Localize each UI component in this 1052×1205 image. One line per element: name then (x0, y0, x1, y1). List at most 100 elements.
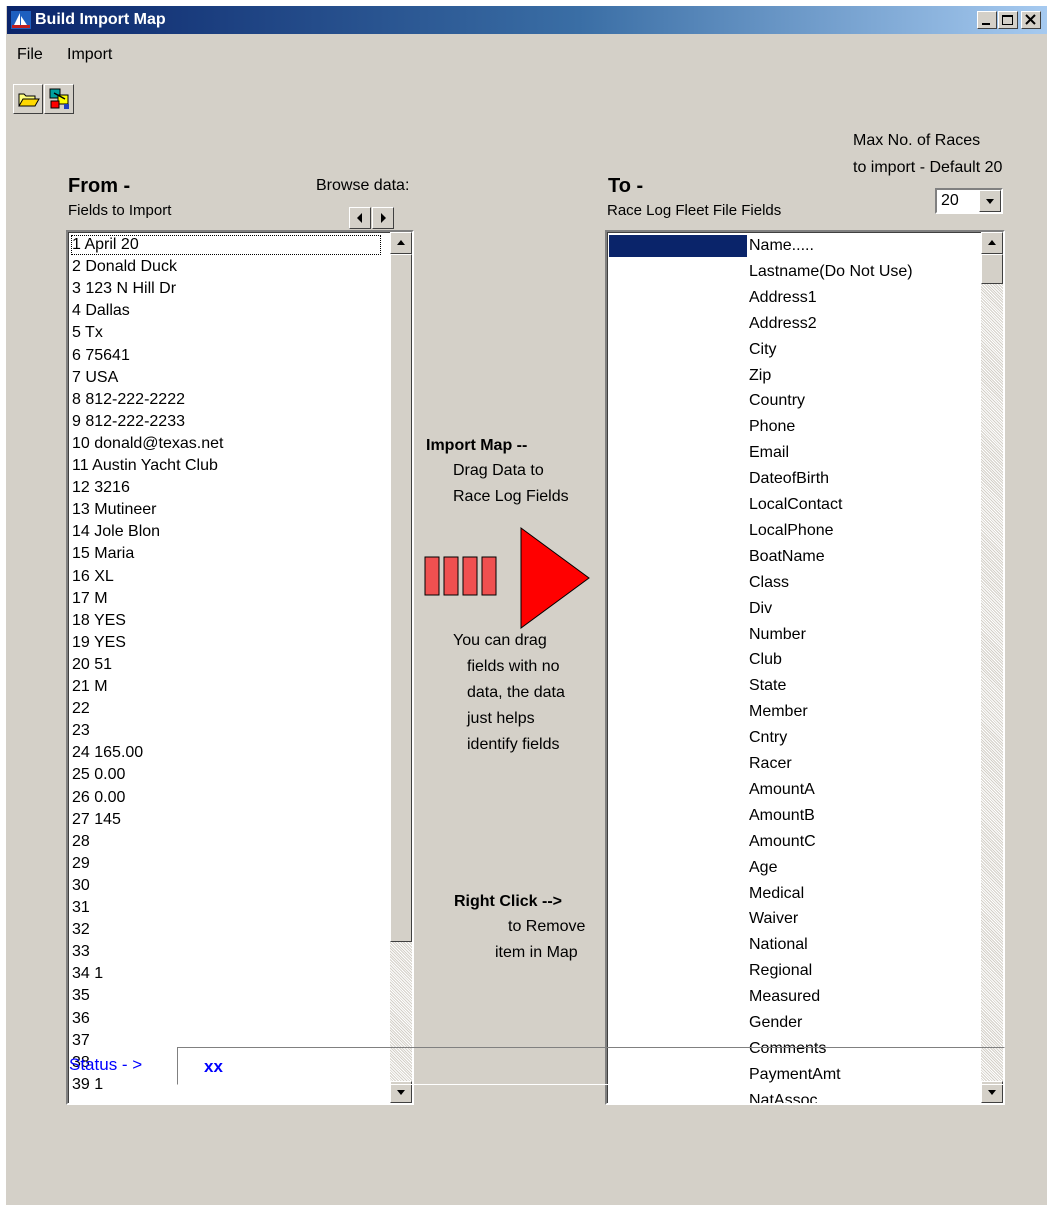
to-list-item[interactable]: Racer (749, 755, 792, 773)
to-list-item[interactable]: Waiver (749, 910, 798, 928)
from-list-item[interactable]: 30 (72, 877, 90, 895)
to-list-item[interactable]: Gender (749, 1014, 802, 1032)
to-list-item[interactable]: Address1 (749, 289, 817, 307)
from-list-item[interactable]: 21 M (72, 678, 108, 696)
to-list-item[interactable]: Measured (749, 988, 820, 1006)
right-click-line-1: to Remove (508, 918, 586, 935)
from-list-item[interactable]: 34 1 (72, 965, 103, 983)
to-list-item[interactable]: Class (749, 574, 789, 592)
title-bar[interactable]: Build Import Map (7, 6, 1047, 34)
menu-file[interactable]: File (17, 46, 43, 64)
from-list-item[interactable]: 37 (72, 1032, 90, 1050)
to-list-item[interactable]: State (749, 677, 786, 695)
to-list-item[interactable]: National (749, 936, 808, 954)
to-list-item[interactable]: AmountA (749, 781, 815, 799)
from-list-item[interactable]: 26 0.00 (72, 789, 125, 807)
from-list-item[interactable]: 3 123 N Hill Dr (72, 280, 176, 298)
from-list-item[interactable]: 28 (72, 833, 90, 851)
minimize-button[interactable] (977, 11, 997, 29)
from-list-item[interactable]: 12 3216 (72, 479, 130, 497)
max-races-dropdown-button[interactable] (979, 190, 1001, 212)
from-list-item[interactable]: 35 (72, 987, 90, 1005)
to-list-item[interactable]: City (749, 341, 777, 359)
to-list-item[interactable]: NatAssoc (749, 1092, 817, 1103)
open-file-button[interactable] (13, 84, 43, 114)
from-list-item[interactable]: 27 145 (72, 811, 121, 829)
from-list-item[interactable]: 36 (72, 1010, 90, 1028)
from-list-item[interactable]: 1 April 20 (71, 235, 381, 255)
browse-next-button[interactable] (372, 207, 394, 229)
maximize-button[interactable] (998, 11, 1018, 29)
arrow-left-icon (357, 213, 362, 223)
menu-import[interactable]: Import (67, 46, 112, 64)
to-list-item[interactable]: AmountB (749, 807, 815, 825)
from-list-item[interactable]: 39 1 (72, 1076, 103, 1094)
browse-data-label: Browse data: (316, 177, 410, 194)
to-scroll-thumb[interactable] (981, 254, 1003, 284)
from-list-item[interactable]: 6 75641 (72, 347, 130, 365)
selected-map-slot[interactable] (609, 235, 747, 257)
from-fields-list[interactable]: 1 April 20 2 Donald Duck 3 123 N Hill Dr 4 … (66, 230, 414, 1105)
to-scroll-up-button[interactable] (981, 232, 1003, 254)
to-list-item[interactable]: Div (749, 600, 772, 618)
to-list-item[interactable]: Regional (749, 962, 812, 980)
from-list-item[interactable]: 15 Maria (72, 545, 134, 563)
from-list-item[interactable]: 29 (72, 855, 90, 873)
to-list-item[interactable]: AmountC (749, 833, 816, 851)
from-list-item[interactable]: 16 XL (72, 568, 114, 586)
to-list-item[interactable]: DateofBirth (749, 470, 829, 488)
from-list-item[interactable]: 25 0.00 (72, 766, 125, 784)
app-sailboat-icon (11, 11, 31, 29)
from-scroll-up-button[interactable] (390, 232, 412, 254)
to-list-item[interactable]: Email (749, 444, 789, 462)
from-list-item[interactable]: 31 (72, 899, 90, 917)
drag-note-line-2: fields with no (467, 658, 560, 675)
from-list-item[interactable]: 2 Donald Duck (72, 258, 177, 276)
from-scrollbar[interactable] (390, 232, 412, 1103)
from-list-item[interactable]: 9 812-222-2233 (72, 413, 185, 431)
to-list-item[interactable]: Phone (749, 418, 795, 436)
to-list-item[interactable]: Lastname(Do Not Use) (749, 263, 913, 281)
from-list-item[interactable]: 17 M (72, 590, 108, 608)
from-list-item[interactable]: 24 165.00 (72, 744, 143, 762)
from-list-item[interactable]: 18 YES (72, 612, 126, 630)
from-list-item[interactable]: 8 812-222-2222 (72, 391, 185, 409)
max-races-label-2: to import - Default 20 (853, 159, 1003, 176)
from-list-item[interactable]: 20 51 (72, 656, 112, 674)
to-list-item[interactable]: BoatName (749, 548, 825, 566)
to-list-item[interactable]: LocalContact (749, 496, 842, 514)
build-map-button[interactable] (44, 84, 74, 114)
from-list-item[interactable]: 10 donald@texas.net (72, 435, 223, 453)
from-list-item[interactable]: 13 Mutineer (72, 501, 157, 519)
from-scroll-thumb[interactable] (390, 254, 412, 942)
to-list-item[interactable]: Country (749, 392, 805, 410)
from-list-item[interactable]: 14 Jole Blon (72, 523, 160, 541)
to-list-item[interactable]: Address2 (749, 315, 817, 333)
from-list-item[interactable]: 33 (72, 943, 90, 961)
from-list-item[interactable]: 32 (72, 921, 90, 939)
to-list-item[interactable]: Medical (749, 885, 804, 903)
scroll-down-icon (988, 1090, 996, 1095)
to-fields-list[interactable]: Name..... Lastname(Do Not Use) Address1 Add… (605, 230, 1005, 1105)
from-list-item[interactable]: 11 Austin Yacht Club (72, 457, 218, 475)
to-list-item[interactable]: Club (749, 651, 782, 669)
to-list-item[interactable]: Name..... (749, 237, 814, 255)
from-list-item[interactable]: 19 YES (72, 634, 126, 652)
scroll-up-icon (397, 240, 405, 245)
to-list-item[interactable]: Cntry (749, 729, 787, 747)
to-list-item[interactable]: Age (749, 859, 777, 877)
max-races-select[interactable]: 20 (935, 188, 1003, 214)
from-list-item[interactable]: 7 USA (72, 369, 118, 387)
from-list-item[interactable]: 22 (72, 700, 90, 718)
to-list-item[interactable]: LocalPhone (749, 522, 834, 540)
to-list-item[interactable]: Zip (749, 367, 771, 385)
to-list-item[interactable]: Member (749, 703, 808, 721)
browse-prev-button[interactable] (349, 207, 371, 229)
to-scrollbar[interactable] (981, 232, 1003, 1103)
to-list-item[interactable]: Number (749, 626, 806, 644)
to-heading: To - (608, 175, 644, 197)
from-list-item[interactable]: 5 Tx (72, 324, 103, 342)
from-list-item[interactable]: 23 (72, 722, 90, 740)
close-button[interactable] (1021, 11, 1041, 29)
from-list-item[interactable]: 4 Dallas (72, 302, 130, 320)
